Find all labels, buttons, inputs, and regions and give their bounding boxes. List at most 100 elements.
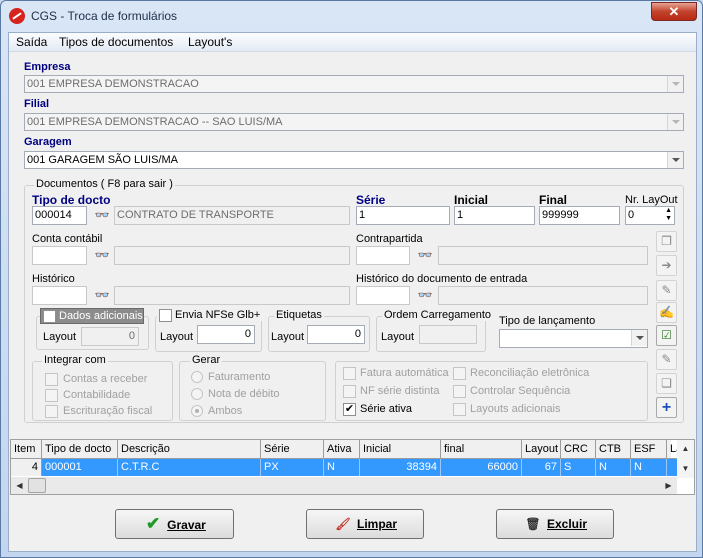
cell-tipo-docto: 000001 (42, 459, 118, 476)
col-ctb[interactable]: CTB (596, 440, 631, 459)
serie-ativa-checkbox[interactable]: ✔ (343, 403, 356, 416)
documents-table[interactable]: Item Tipo de docto Descrição Série Ativa… (10, 439, 695, 495)
col-descricao[interactable]: Descrição (118, 440, 261, 459)
binoculars-icon[interactable]: 👓 (91, 246, 113, 265)
nr-layout-spinner[interactable]: 0 ▲ ▼ (625, 206, 675, 225)
inicial-label: Inicial (454, 193, 489, 207)
filial-value: 001 EMPRESA DEMONSTRACAO -- SAO LUIS/MA (27, 116, 283, 128)
ordem-carregamento-label: Ordem Carregamento (382, 309, 493, 321)
broom-icon: 🖌 (335, 517, 351, 531)
scroll-down-icon[interactable]: ▼ (677, 460, 694, 477)
eraser-icon[interactable]: ✎ (656, 280, 677, 301)
scroll-left-icon[interactable]: ◀ (11, 477, 28, 494)
nota-de-debito-label: Nota de débito (208, 388, 280, 400)
scroll-thumb[interactable] (28, 478, 46, 493)
contrapartida-input[interactable] (356, 246, 410, 265)
title-bar[interactable]: CGS - Troca de formulários ✕ (1, 1, 702, 31)
binoculars-icon[interactable]: 👓 (414, 246, 436, 265)
garagem-select[interactable]: 001 GARAGEM SÃO LUIS/MA (24, 151, 684, 169)
nr-layout-value: 0 (628, 209, 635, 221)
documents-icon[interactable]: ❏ (656, 373, 677, 394)
filial-select[interactable]: 001 EMPRESA DEMONSTRACAO -- SAO LUIS/MA (24, 113, 684, 131)
envia-nfse-caption: Envia NFSe Glb+ (157, 309, 263, 322)
col-serie[interactable]: Série (261, 440, 324, 459)
contas-a-receber-label: Contas a receber (63, 373, 148, 385)
inicial-input[interactable]: 1 (454, 206, 535, 225)
spinner-arrows-icon[interactable]: ▲ ▼ (665, 207, 672, 223)
chevron-down-icon (667, 76, 683, 92)
limpar-button[interactable]: 🖌 Limpar (306, 509, 424, 539)
gravar-label: Gravar (167, 518, 206, 532)
final-input[interactable]: 999999 (539, 206, 620, 225)
ambos-radio[interactable] (191, 405, 203, 417)
scroll-up-icon[interactable]: ▲ (677, 440, 694, 457)
table-row[interactable]: 4 000001 C.T.R.C PX N 38394 66000 67 S N… (11, 459, 679, 476)
col-layout[interactable]: Layout (522, 440, 561, 459)
vertical-scrollbar[interactable]: ▲ ▼ (677, 440, 694, 478)
binoculars-icon[interactable]: 👓 (414, 286, 436, 305)
nf-serie-distinta-checkbox[interactable] (343, 385, 356, 398)
copy-icon[interactable]: ❐ (656, 231, 677, 252)
conta-contabil-description (114, 246, 350, 265)
add-icon[interactable]: + (656, 397, 677, 418)
cell-descricao: C.T.R.C (118, 459, 261, 476)
export-icon[interactable]: ➔ (656, 255, 677, 276)
conta-contabil-input[interactable] (32, 246, 87, 265)
col-esf[interactable]: ESF (631, 440, 667, 459)
faturamento-label: Faturamento (208, 371, 271, 383)
col-inicial[interactable]: Inicial (360, 440, 441, 459)
col-crc[interactable]: CRC (561, 440, 596, 459)
historico-entrada-label: Histórico do documento de entrada (356, 273, 528, 285)
contabilidade-checkbox[interactable] (45, 389, 58, 402)
col-item[interactable]: Item (11, 440, 42, 459)
historico-description (114, 286, 350, 305)
trash-icon: 🗑 (525, 517, 541, 531)
etiquetas-layout-label: Layout (271, 331, 305, 343)
binoculars-icon[interactable]: 👓 (91, 286, 113, 305)
cell-ativa: N (324, 459, 360, 476)
dados-adicionais-header[interactable]: Dados adicionais (40, 308, 144, 324)
binoculars-icon[interactable]: 👓 (91, 206, 113, 225)
escrituracao-fiscal-label: Escrituração fiscal (63, 405, 153, 417)
historico-input[interactable] (32, 286, 87, 305)
app-logo-icon (9, 8, 25, 24)
col-ativa[interactable]: Ativa (324, 440, 360, 459)
envia-nfse-checkbox[interactable] (159, 309, 172, 322)
excluir-button[interactable]: 🗑 Excluir (496, 509, 614, 539)
reconciliacao-eletronica-checkbox[interactable] (453, 367, 466, 380)
layouts-adicionais-checkbox[interactable] (453, 403, 466, 416)
menu-saida[interactable]: Saída (16, 35, 47, 49)
col-final[interactable]: final (441, 440, 522, 459)
eraser-alt-icon[interactable]: ✎ (656, 349, 677, 370)
edit-icon[interactable]: ✍ (656, 302, 677, 323)
gravar-button[interactable]: ✔ Gravar (115, 509, 234, 539)
tipo-docto-description: CONTRATO DE TRANSPORTE (114, 206, 350, 225)
tipo-lancamento-select[interactable] (499, 329, 648, 348)
dados-adicionais-checkbox[interactable] (43, 310, 56, 323)
dados-adicionais-layout-input[interactable]: 0 (81, 327, 139, 346)
etiquetas-layout-input[interactable]: 0 (307, 325, 365, 344)
close-button[interactable]: ✕ (651, 2, 697, 21)
fatura-automatica-checkbox[interactable] (343, 367, 356, 380)
col-tipo-docto[interactable]: Tipo de docto (42, 440, 118, 459)
confirm-document-icon[interactable]: ☑ (656, 325, 677, 346)
historico-entrada-input[interactable] (356, 286, 410, 305)
envia-nfse-layout-input[interactable]: 0 (197, 325, 255, 344)
contas-a-receber-checkbox[interactable] (45, 373, 58, 386)
reconciliacao-eletronica-label: Reconciliação eletrônica (470, 367, 590, 379)
horizontal-scrollbar[interactable]: ◀ ▶ (11, 477, 677, 494)
menu-layouts[interactable]: Layout's (188, 35, 232, 49)
scroll-right-icon[interactable]: ▶ (660, 477, 677, 494)
empresa-select[interactable]: 001 EMPRESA DEMONSTRACAO (24, 75, 684, 93)
tipo-docto-code-input[interactable]: 000014 (32, 206, 87, 225)
serie-input[interactable]: 1 (356, 206, 450, 225)
ordem-carregamento-layout-input[interactable] (419, 325, 477, 344)
controlar-sequencia-checkbox[interactable] (453, 385, 466, 398)
menu-tipos-de-documentos[interactable]: Tipos de documentos (59, 35, 173, 49)
faturamento-radio[interactable] (191, 371, 203, 383)
menu-bar: Saída Tipos de documentos Layout's (9, 33, 696, 52)
escrituracao-fiscal-checkbox[interactable] (45, 405, 58, 418)
cell-layout: 67 (522, 459, 561, 476)
nota-de-debito-radio[interactable] (191, 388, 203, 400)
etiquetas-label: Etiquetas (274, 309, 324, 321)
